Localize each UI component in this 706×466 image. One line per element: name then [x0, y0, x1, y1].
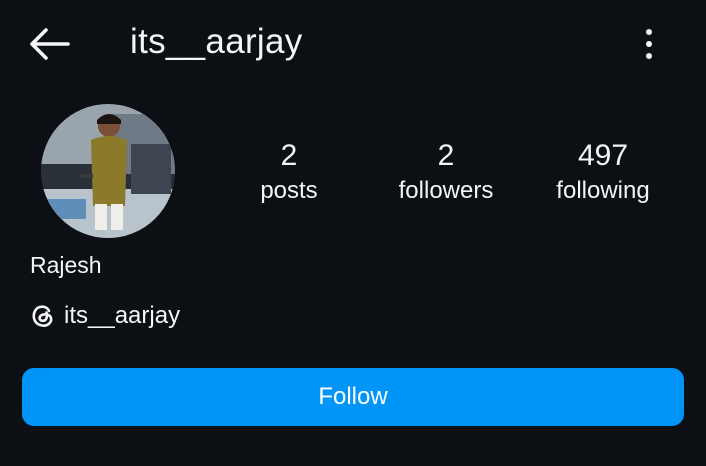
- vertical-ellipsis-icon: [646, 29, 652, 59]
- profile-username-title: its__aarjay: [130, 22, 303, 61]
- followers-stat[interactable]: 2 followers: [361, 138, 531, 206]
- arrow-left-icon: [30, 28, 70, 60]
- posts-count: 2: [280, 139, 298, 172]
- following-stat[interactable]: 497 following: [518, 138, 688, 206]
- follow-button[interactable]: Follow: [22, 368, 684, 426]
- followers-label: followers: [398, 177, 494, 204]
- following-label: following: [556, 177, 650, 204]
- followers-count: 2: [437, 139, 455, 172]
- following-count: 497: [577, 139, 629, 172]
- posts-label: posts: [260, 177, 318, 204]
- threads-link[interactable]: its__aarjay: [30, 302, 180, 330]
- display-name: Rajesh: [30, 252, 102, 278]
- back-button[interactable]: [26, 24, 74, 64]
- profile-stats: 2 posts 2 followers 497 following: [0, 138, 706, 218]
- posts-stat[interactable]: 2 posts: [204, 138, 374, 206]
- threads-handle: its__aarjay: [64, 302, 181, 329]
- more-options-button[interactable]: [632, 24, 666, 64]
- threads-icon: [32, 305, 53, 327]
